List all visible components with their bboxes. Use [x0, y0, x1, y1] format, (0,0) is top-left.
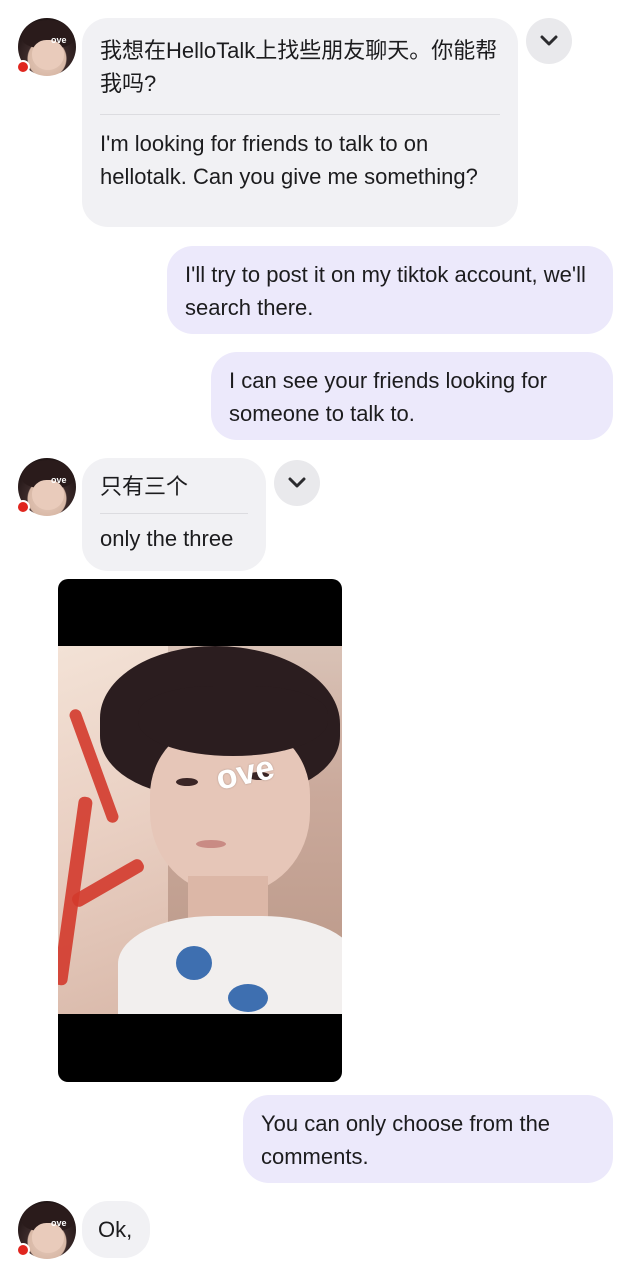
message-original-text: 我想在HelloTalk上找些朋友聊天。你能帮我吗?	[100, 38, 498, 96]
message-bubble-incoming[interactable]: Ok,	[82, 1201, 150, 1258]
message-text: Ok,	[98, 1217, 133, 1242]
message-bubble-outgoing[interactable]: You can only choose from the comments.	[243, 1095, 613, 1183]
translate-toggle-button[interactable]	[526, 18, 572, 64]
chat-thread: ove 我想在HelloTalk上找些朋友聊天。你能帮我吗? I'm looki…	[0, 0, 630, 1280]
translate-toggle-button[interactable]	[274, 460, 320, 506]
status-dot	[16, 500, 30, 514]
message-image[interactable]: ove	[58, 579, 342, 1082]
message-bubble-incoming[interactable]: 我想在HelloTalk上找些朋友聊天。你能帮我吗? I'm looking f…	[82, 18, 518, 227]
message-bubble-incoming[interactable]: 只有三个 only the three	[82, 458, 266, 571]
photo-content: ove	[58, 646, 342, 1014]
avatar-overlay-text: ove	[51, 1218, 67, 1228]
message-bubble-outgoing[interactable]: I can see your friends looking for someo…	[211, 352, 613, 440]
avatar-overlay-text: ove	[51, 35, 67, 45]
message-text: I'll try to post it on my tiktok account…	[185, 262, 586, 320]
status-dot	[16, 1243, 30, 1257]
message-text: I can see your friends looking for someo…	[229, 368, 547, 426]
status-dot	[16, 60, 30, 74]
message-bubble-outgoing[interactable]: I'll try to post it on my tiktok account…	[167, 246, 613, 334]
translation-divider	[100, 114, 500, 115]
message-text: You can only choose from the comments.	[261, 1111, 551, 1169]
chevron-down-icon	[540, 35, 558, 46]
avatar-overlay-text: ove	[51, 475, 67, 485]
translation-divider	[100, 513, 248, 514]
message-translation-text: only the three	[100, 526, 234, 551]
chevron-down-icon	[288, 477, 306, 488]
message-original-text: 只有三个	[100, 474, 189, 499]
message-translation-text: I'm looking for friends to talk to on he…	[100, 131, 478, 189]
